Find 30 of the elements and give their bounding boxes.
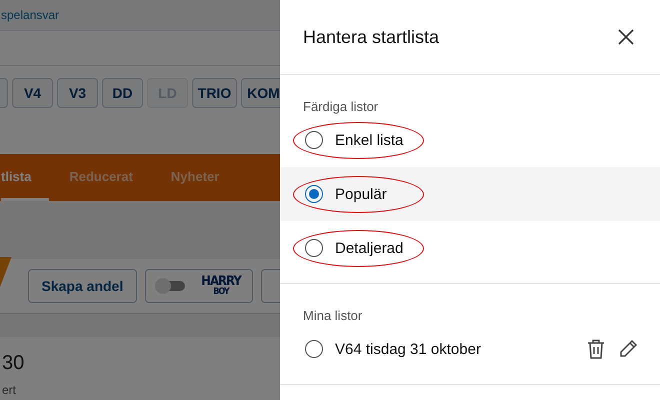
list-option[interactable]: Detaljerad: [280, 221, 660, 275]
radio-button[interactable]: [305, 239, 323, 257]
trash-icon[interactable]: [587, 339, 605, 359]
toggle-switch[interactable]: [157, 281, 186, 291]
list-option[interactable]: Enkel lista: [280, 113, 660, 167]
bet-type-button[interactable]: TRIO: [192, 78, 237, 108]
harry-boy-logo: HARRY BOY: [201, 276, 241, 296]
race-heading: 30: [2, 352, 26, 375]
bet-type-button[interactable]: V3: [57, 78, 98, 108]
close-icon[interactable]: [618, 29, 634, 45]
responsible-gaming-link[interactable]: spelansvar: [1, 8, 60, 22]
bet-type-button[interactable]: DD: [102, 78, 143, 108]
option-label: V64 tisdag 31 oktober: [335, 340, 481, 358]
radio-button[interactable]: [305, 185, 323, 203]
panel-title: Hantera startlista: [303, 26, 440, 48]
list-option[interactable]: V64 tisdag 31 oktober: [280, 322, 660, 376]
option-label: Enkel lista: [335, 132, 404, 148]
radio-button[interactable]: [305, 340, 323, 358]
race-subtext: ert: [2, 383, 18, 397]
section-heading: Färdiga listor: [302, 98, 380, 113]
list-option[interactable]: Populär: [280, 167, 660, 221]
pencil-icon[interactable]: [619, 339, 638, 358]
section-heading: Mina listor: [302, 307, 364, 322]
option-label: Populär: [335, 186, 387, 202]
create-share-button[interactable]: Skapa andel: [28, 269, 138, 303]
harry-boy-toggle-button[interactable]: HARRY BOY: [145, 269, 253, 303]
bet-type-button[interactable]: KOM: [241, 78, 280, 108]
bet-type-button[interactable]: V4: [12, 78, 53, 108]
option-label: Detaljerad: [335, 240, 404, 256]
radio-button[interactable]: [305, 131, 323, 149]
